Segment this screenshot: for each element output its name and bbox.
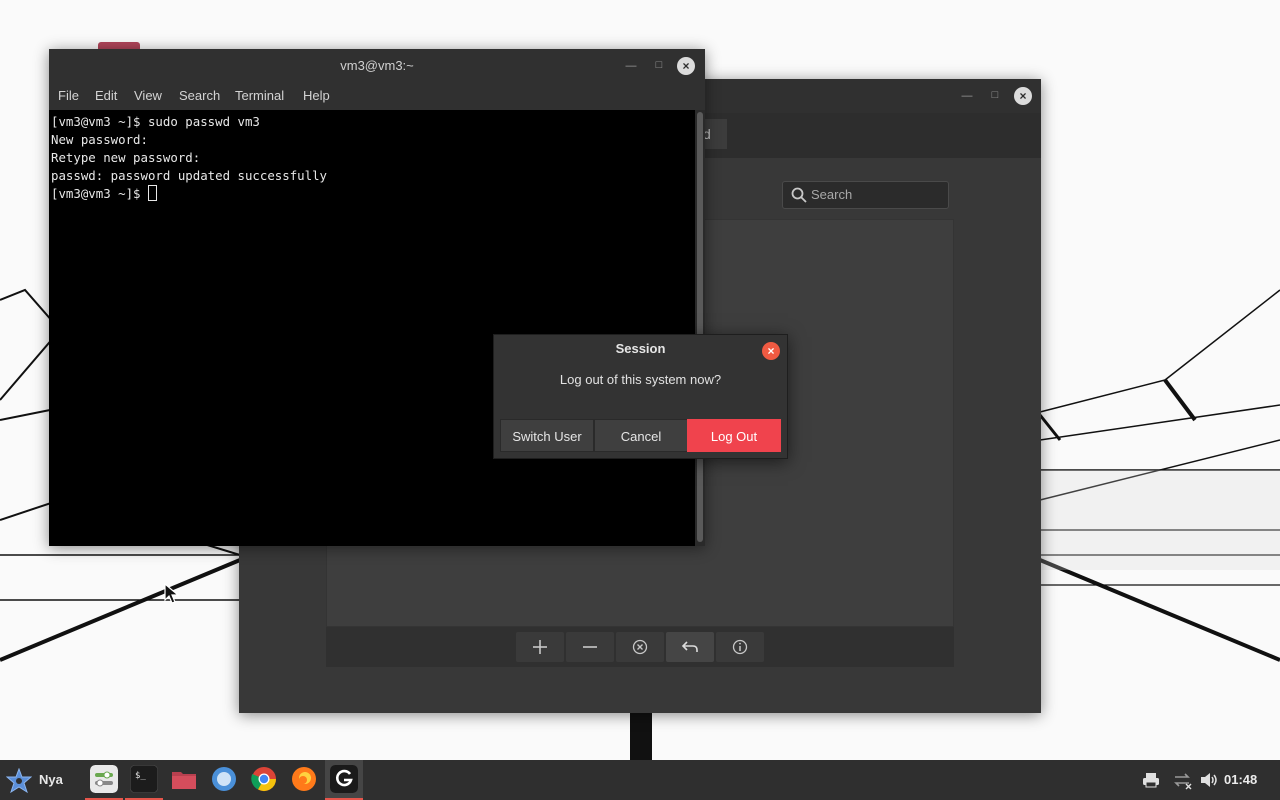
- svg-text:$_: $_: [135, 771, 146, 781]
- start-menu-label: Nya: [39, 772, 63, 787]
- info-icon: [732, 639, 748, 655]
- volume-icon[interactable]: [1199, 770, 1219, 790]
- taskbar-user-manager[interactable]: [325, 760, 363, 800]
- list-toolbar: [326, 627, 954, 667]
- remove-icon: [583, 646, 597, 648]
- text-cursor: [147, 185, 157, 201]
- taskbar-files[interactable]: [165, 760, 203, 800]
- search-placeholder: Search: [811, 187, 853, 202]
- menu-edit[interactable]: Edit: [95, 83, 117, 110]
- start-menu-button[interactable]: Nya: [0, 760, 78, 800]
- taskbar-firefox[interactable]: [285, 760, 323, 800]
- settings-app-icon: [90, 765, 118, 793]
- firefox-app-icon: [292, 767, 316, 791]
- network-icon[interactable]: [1172, 770, 1192, 790]
- maximize-icon[interactable]: □: [987, 87, 1003, 103]
- clear-icon: [632, 639, 648, 655]
- switch-user-button[interactable]: Switch User: [500, 419, 594, 452]
- scrollbar-thumb[interactable]: [697, 112, 703, 542]
- taskbar: Nya $_ 01:48: [0, 760, 1280, 800]
- chrome-app-icon: [251, 767, 276, 792]
- terminal-output[interactable]: [vm3@vm3 ~]$ sudo passwd vm3 New passwor…: [49, 110, 695, 546]
- nya-logo-icon: [6, 768, 32, 794]
- undo-button[interactable]: [666, 632, 714, 662]
- menu-search[interactable]: Search: [179, 83, 220, 110]
- printer-icon[interactable]: [1142, 770, 1160, 790]
- menu-view[interactable]: View: [134, 83, 162, 110]
- maximize-icon[interactable]: □: [651, 57, 667, 73]
- terminal-prompt: [vm3@vm3 ~]$: [51, 186, 148, 201]
- terminal-window: vm3@vm3:~ — □ × File Edit View Search Te…: [49, 49, 705, 546]
- taskbar-chrome[interactable]: [245, 760, 283, 800]
- clear-button[interactable]: [616, 632, 664, 662]
- cancel-button[interactable]: Cancel: [594, 419, 688, 452]
- log-out-button[interactable]: Log Out: [687, 419, 781, 452]
- close-icon[interactable]: ×: [762, 342, 780, 360]
- minimize-icon[interactable]: —: [623, 58, 639, 74]
- menu-file[interactable]: File: [58, 83, 79, 110]
- terminal-line: passwd: password updated successfully: [51, 168, 328, 183]
- files-app-icon: [172, 772, 196, 789]
- info-button[interactable]: [716, 632, 764, 662]
- undo-icon: [681, 641, 698, 652]
- terminal-line: New password:: [51, 132, 148, 147]
- taskbar-browser[interactable]: [205, 760, 243, 800]
- user-manager-app-icon: [330, 765, 358, 793]
- terminal-line: [vm3@vm3 ~]$ sudo passwd vm3: [51, 114, 260, 129]
- terminal-menubar: File Edit View Search Terminal Help: [49, 83, 705, 110]
- taskbar-settings[interactable]: [85, 760, 123, 800]
- add-icon: [533, 640, 547, 654]
- terminal-app-icon: $_: [130, 765, 158, 793]
- menu-terminal[interactable]: Terminal: [235, 83, 284, 110]
- taskbar-terminal[interactable]: $_: [125, 760, 163, 800]
- minimize-icon[interactable]: —: [959, 88, 975, 104]
- close-icon[interactable]: ×: [677, 57, 695, 75]
- taskbar-clock[interactable]: 01:48: [1224, 760, 1257, 800]
- terminal-line: Retype new password:: [51, 150, 201, 165]
- menu-help[interactable]: Help: [303, 83, 330, 110]
- terminal-scrollbar[interactable]: [695, 110, 705, 546]
- dialog-message: Log out of this system now?: [559, 372, 722, 387]
- terminal-title: vm3@vm3:~: [340, 58, 414, 73]
- search-icon: [791, 187, 807, 203]
- terminal-titlebar[interactable]: vm3@vm3:~ — □ ×: [49, 49, 705, 83]
- add-button[interactable]: [516, 632, 564, 662]
- browser-app-icon: [212, 767, 236, 791]
- remove-button[interactable]: [566, 632, 614, 662]
- terminal-prompt-line: [vm3@vm3 ~]$: [51, 185, 693, 203]
- mouse-pointer-icon: [164, 583, 180, 604]
- session-dialog: Session × Log out of this system now? Sw…: [493, 334, 788, 459]
- dialog-title: Session: [615, 341, 666, 356]
- search-input[interactable]: Search: [782, 181, 949, 209]
- close-icon[interactable]: ×: [1014, 87, 1032, 105]
